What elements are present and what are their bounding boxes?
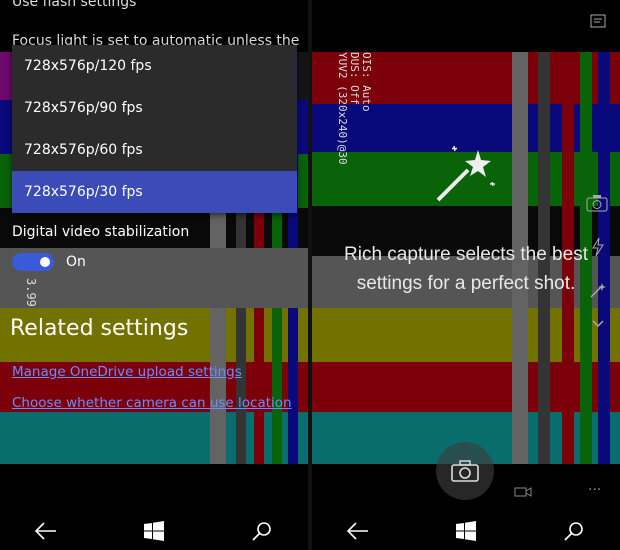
resolution-option[interactable]: 728x576p/60 fps (12, 129, 297, 171)
video-icon[interactable] (514, 486, 532, 502)
osd-line: DUS: Off (348, 52, 361, 105)
back-arrow-icon[interactable] (345, 518, 371, 544)
magic-wand-icon (434, 140, 498, 208)
onedrive-upload-link[interactable]: Manage OneDrive upload settings (12, 364, 242, 380)
osd-line: YUV2 (320x240)@30 (336, 52, 349, 165)
resolution-option[interactable]: 728x576p/120 fps (12, 45, 297, 87)
camera-icon (451, 460, 479, 482)
left-phone-screen: Use flash settings Focus light is set to… (0, 0, 308, 550)
search-icon[interactable] (249, 518, 275, 544)
rich-capture-message: Rich capture selects the best settings f… (344, 244, 588, 294)
back-arrow-icon[interactable] (33, 518, 59, 544)
chevron-down-icon[interactable] (592, 316, 604, 332)
search-icon[interactable] (561, 518, 587, 544)
flash-settings-select[interactable]: Use flash settings (12, 0, 136, 10)
photos-icon[interactable] (590, 14, 606, 32)
resolution-option-selected[interactable]: 728x576p/30 fps (12, 171, 297, 213)
related-settings-heading: Related settings (10, 316, 189, 341)
more-options-icon[interactable]: ··· (588, 482, 601, 498)
overlay-number: 3.99 (24, 278, 38, 307)
right-phone-screen: OIS: Auto DUS: Off YUV2 (320x240)@30 Ric… (312, 0, 620, 550)
navigation-bar (312, 510, 620, 550)
flash-icon[interactable] (592, 237, 604, 260)
toggle-knob (40, 257, 50, 267)
shutter-button[interactable] (436, 442, 494, 500)
resolution-dropdown[interactable]: 728x576p/120 fps 728x576p/90 fps 728x576… (12, 45, 297, 213)
navigation-bar (0, 510, 308, 550)
windows-logo-icon[interactable] (453, 518, 479, 544)
stabilization-state: On (66, 254, 86, 270)
camera-icon[interactable] (586, 194, 608, 216)
rich-capture-icon[interactable] (590, 282, 606, 302)
camera-location-link[interactable]: Choose whether camera can use location (12, 395, 292, 411)
osd-line: OIS: Auto (360, 52, 373, 112)
windows-logo-icon[interactable] (141, 518, 167, 544)
stabilization-label: Digital video stabilization (12, 224, 190, 240)
resolution-option[interactable]: 728x576p/90 fps (12, 87, 297, 129)
stabilization-toggle[interactable] (12, 253, 54, 271)
